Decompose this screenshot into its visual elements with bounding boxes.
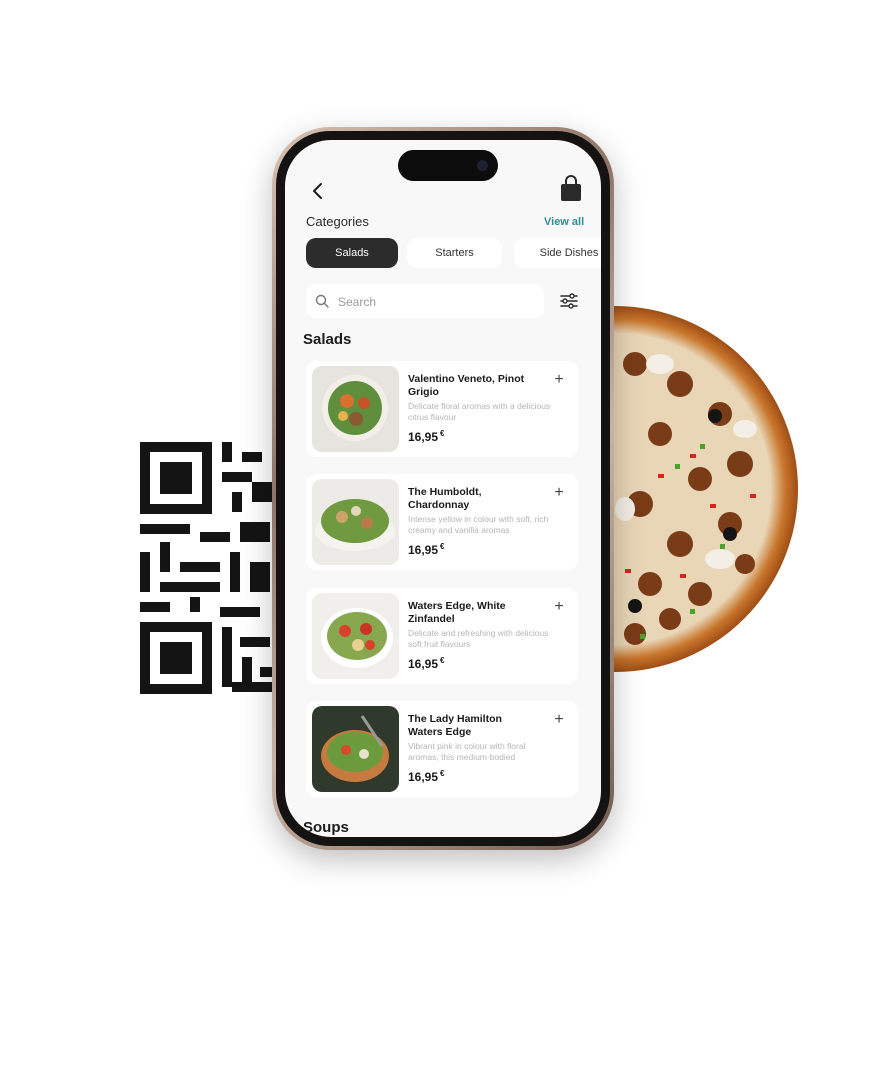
plus-icon[interactable]: + <box>550 711 568 729</box>
app-screen: Categories View all Salads Starters Side… <box>285 140 601 837</box>
chip-starters[interactable]: Starters <box>407 238 502 268</box>
salad-image <box>312 706 399 792</box>
price-value: 16,95 <box>408 543 439 557</box>
search-input[interactable] <box>336 284 540 320</box>
view-all-link[interactable]: View all <box>544 216 584 228</box>
dynamic-island <box>398 150 498 181</box>
item-description: Intense yellow in colour with soft, rich… <box>408 514 549 535</box>
salad-image <box>312 593 399 679</box>
price-value: 16,95 <box>408 430 439 444</box>
shopping-bag-icon[interactable] <box>558 174 584 204</box>
categories-heading: Categories <box>306 214 369 229</box>
sliders-icon[interactable] <box>554 286 584 316</box>
salad-image <box>312 479 399 565</box>
camera-icon <box>477 160 488 171</box>
item-description: Delicate and refreshing with delicious s… <box>408 628 549 649</box>
item-price: 16,95 € <box>408 542 444 557</box>
phone-frame: Categories View all Salads Starters Side… <box>272 127 614 850</box>
phone-bezel: Categories View all Salads Starters Side… <box>276 131 610 846</box>
chip-salads[interactable]: Salads <box>306 238 398 268</box>
currency-symbol: € <box>440 429 445 438</box>
section-title-soups: Soups <box>303 819 349 836</box>
item-price: 16,95 € <box>408 656 444 671</box>
price-value: 16,95 <box>408 770 439 784</box>
section-title-salads: Salads <box>303 331 352 348</box>
item-description: Delicate floral aromas with a delicious … <box>408 401 551 422</box>
currency-symbol: € <box>440 656 445 665</box>
item-name: Waters Edge, White Zinfandel <box>408 600 506 625</box>
item-price: 16,95 € <box>408 769 444 784</box>
item-description: Vibrant pink in colour with floral aroma… <box>408 741 526 762</box>
plus-icon[interactable]: + <box>550 371 568 389</box>
price-value: 16,95 <box>408 657 439 671</box>
plus-icon[interactable]: + <box>550 598 568 616</box>
plus-icon[interactable]: + <box>550 484 568 502</box>
menu-item-card[interactable]: The Humboldt, Chardonnay Intense yellow … <box>306 474 578 570</box>
salad-image <box>312 366 399 452</box>
menu-item-card[interactable]: The Lady Hamilton Waters Edge Vibrant pi… <box>306 701 578 797</box>
item-name: The Lady Hamilton Waters Edge <box>408 713 502 738</box>
category-chips: Salads Starters Side Dishes <box>306 238 601 270</box>
menu-item-card[interactable]: Waters Edge, White Zinfandel Delicate an… <box>306 588 578 684</box>
currency-symbol: € <box>440 769 445 778</box>
search-box <box>306 284 544 320</box>
search-icon <box>315 294 329 308</box>
currency-symbol: € <box>440 542 445 551</box>
item-price: 16,95 € <box>408 429 444 444</box>
item-name: The Humboldt, Chardonnay <box>408 486 482 511</box>
item-name: Valentino Veneto, Pinot Grigio <box>408 373 525 398</box>
chevron-left-icon[interactable] <box>303 176 333 206</box>
menu-item-card[interactable]: Valentino Veneto, Pinot Grigio Delicate … <box>306 361 578 457</box>
chip-side-dishes[interactable]: Side Dishes <box>514 238 601 268</box>
